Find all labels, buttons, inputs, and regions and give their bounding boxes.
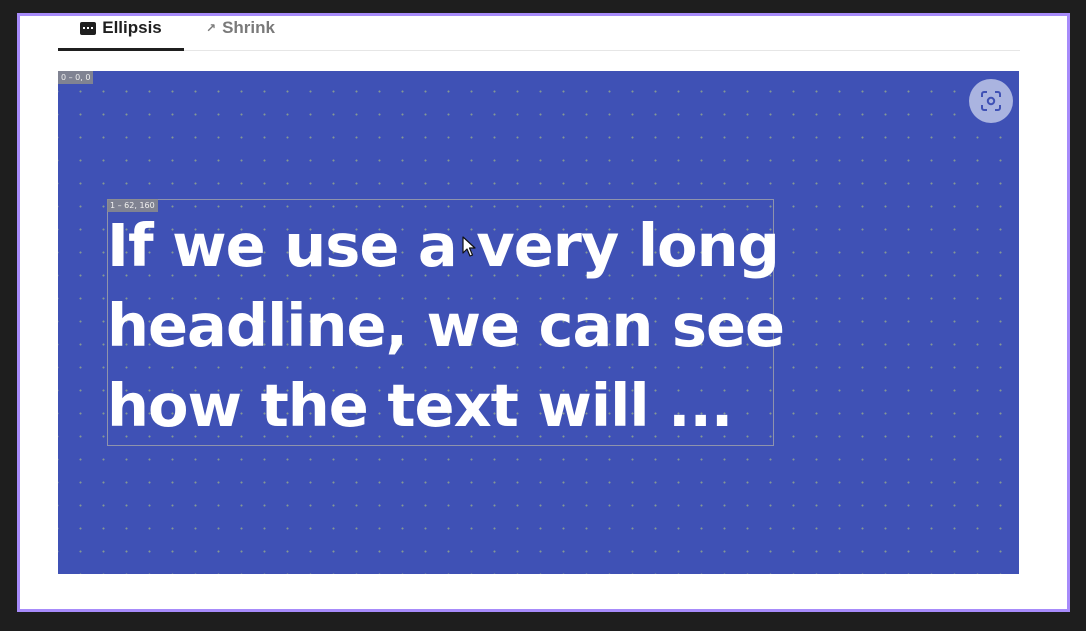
tab-ellipsis[interactable]: Ellipsis	[58, 16, 184, 51]
tab-shrink-label: Shrink	[222, 18, 275, 37]
focus-button[interactable]	[969, 79, 1013, 123]
mouse-cursor-icon	[462, 236, 476, 257]
focus-icon	[981, 91, 1001, 111]
tab-shrink[interactable]: ↗ Shrink	[206, 16, 275, 48]
headline-text: If we use a very long headline, we can s…	[107, 211, 785, 440]
tab-ellipsis-label: Ellipsis	[102, 18, 162, 37]
ellipsis-icon	[80, 21, 97, 35]
preview-frame: Ellipsis ↗ Shrink 0 – 0, 0 1 – 62, 160 I…	[17, 13, 1070, 612]
shrink-icon: ↗	[206, 21, 217, 35]
preview-canvas[interactable]: 0 – 0, 0 1 – 62, 160 If we use a very lo…	[58, 71, 1019, 574]
root-layer-tag: 0 – 0, 0	[58, 71, 94, 84]
tab-bar: Ellipsis ↗ Shrink	[58, 16, 1020, 51]
